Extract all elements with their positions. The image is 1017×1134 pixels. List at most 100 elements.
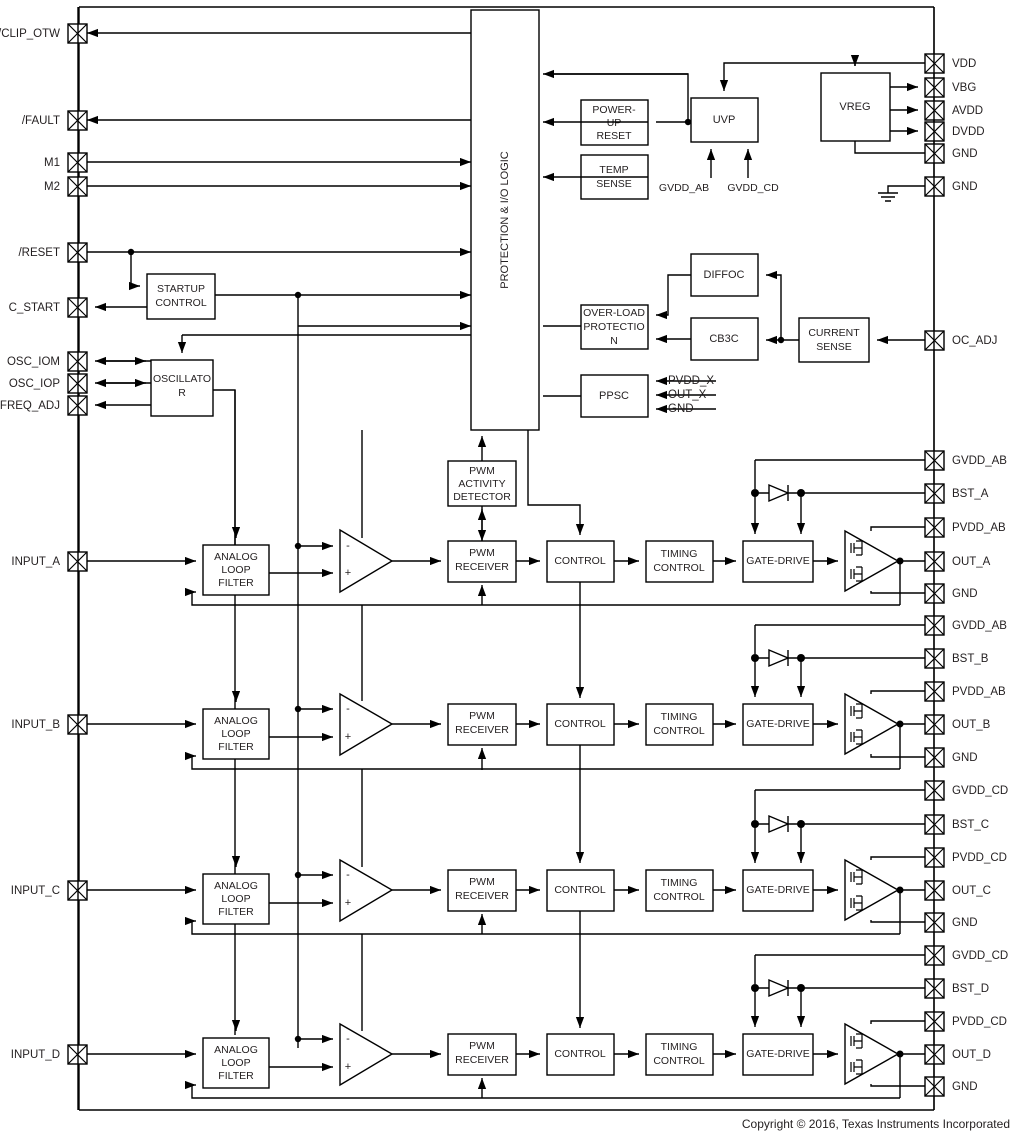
pwm-rx-a-line2: RECEIVER [455, 561, 509, 573]
timing-a-line1: TIMING [661, 548, 698, 560]
ppsc-block: PPSC [580, 374, 649, 418]
pin-label: M2 [44, 181, 60, 193]
pin-gvdd-ab-a[interactable]: GVDD_AB [924, 450, 1007, 471]
pin-label: /FAULT [22, 115, 60, 127]
diagram-svg: /CLIP_OTW /FAULT M1 M2 /RESET C_START OS… [0, 6, 1010, 1131]
pin-gnd-a[interactable]: GND [924, 583, 978, 604]
pin-pvdd-cd-c[interactable]: PVDD_CD [924, 847, 1007, 868]
pin-pvdd-cd-d[interactable]: PVDD_CD [924, 1011, 1007, 1032]
pin-gvdd-cd-c[interactable]: GVDD_CD [924, 780, 1008, 801]
pin-input-a[interactable]: INPUT_A [11, 551, 88, 572]
gate-drive-d: GATE-DRIVE [742, 1033, 814, 1076]
timing-control-a: TIMING CONTROL [645, 540, 714, 583]
pin-label: BST_B [952, 653, 989, 665]
pin-input-b[interactable]: INPUT_B [11, 714, 88, 735]
pin-label: INPUT_B [11, 719, 60, 731]
pin-vdd[interactable]: VDD [924, 53, 976, 74]
pwm-receiver-b: PWM RECEIVER [447, 703, 517, 746]
pin-gvdd-ab-b[interactable]: GVDD_AB [924, 615, 1007, 636]
pin-gnd-d[interactable]: GND [924, 1076, 978, 1097]
output-stage-a [844, 529, 900, 593]
pin-m2[interactable]: M2 [44, 176, 88, 197]
oscillator-block: OSCILLATO R [150, 359, 214, 417]
pin-out-b[interactable]: OUT_B [924, 714, 991, 735]
pin-label: /CLIP_OTW [0, 28, 60, 40]
ppsc-label: PPSC [599, 390, 629, 402]
pin-label: GND [952, 588, 978, 600]
block-diagram-canvas: /CLIP_OTW /FAULT M1 M2 /RESET C_START OS… [0, 0, 1017, 1134]
pwm-receiver-d: PWM RECEIVER [447, 1033, 517, 1076]
pin-clip-otw[interactable]: /CLIP_OTW [0, 23, 88, 44]
pwm-activity-line2: ACTIVITY [458, 478, 505, 490]
comparator-b-plus: + [345, 731, 351, 743]
pin-label: VBG [952, 82, 976, 94]
pin-label: BST_D [952, 983, 989, 995]
overload-line2: PROTECTIO [583, 321, 644, 333]
pwm-rx-d-line1: PWM [469, 1040, 495, 1052]
pin-osc-iom[interactable]: OSC_IOM [7, 351, 88, 372]
pin-osc-iop[interactable]: OSC_IOP [9, 373, 88, 394]
pin-input-d[interactable]: INPUT_D [11, 1044, 88, 1065]
cb3c-label: CB3C [709, 333, 738, 345]
pin-pvdd-ab-b[interactable]: PVDD_AB [924, 681, 1006, 702]
pwm-rx-a-line1: PWM [469, 547, 495, 559]
timing-c-line2: CONTROL [653, 891, 704, 903]
pwm-activity-detector-block: PWM ACTIVITY DETECTOR [447, 460, 517, 507]
pin-out-c[interactable]: OUT_C [924, 880, 991, 901]
current-sense-line1: CURRENT [808, 327, 860, 339]
pin-vbg[interactable]: VBG [924, 77, 976, 98]
pin-fault[interactable]: /FAULT [22, 110, 88, 131]
pin-out-a[interactable]: OUT_A [924, 551, 991, 572]
pin-label: INPUT_D [11, 1049, 60, 1061]
pin-gnd-earth[interactable]: GND [924, 176, 978, 197]
pin-freq-adj[interactable]: FREQ_ADJ [0, 395, 88, 416]
comparator-a-minus: - [346, 540, 350, 552]
uvp-label: UVP [713, 114, 736, 126]
pin-pvdd-ab-a[interactable]: PVDD_AB [924, 517, 1006, 538]
pin-reset[interactable]: /RESET [18, 242, 88, 263]
overload-line1: OVER-LOAD [583, 307, 645, 319]
pin-gvdd-cd-d[interactable]: GVDD_CD [924, 945, 1008, 966]
alf-c-line1: ANALOG [214, 880, 258, 892]
channel-a: ANALOG LOOP FILTER - + PWM RECEIVER CONT… [87, 430, 925, 606]
pin-label: OSC_IOM [7, 356, 60, 368]
comparator-a: - + [339, 528, 394, 594]
oscillator-line2: R [178, 387, 186, 399]
pwm-receiver-a: PWM RECEIVER [447, 540, 517, 583]
pin-label: GND [952, 752, 978, 764]
protection-io-logic-label: PROTECTION & I/O LOGIC [499, 151, 511, 289]
pin-label: FREQ_ADJ [0, 400, 60, 412]
control-a-label: CONTROL [554, 555, 605, 567]
control-b: CONTROL [546, 703, 615, 746]
pin-gnd-vreg[interactable]: GND [924, 143, 978, 164]
timing-c-line1: TIMING [661, 877, 698, 889]
pin-label: GND [952, 917, 978, 929]
current-sense-line2: SENSE [816, 341, 852, 353]
control-c-label: CONTROL [554, 884, 605, 896]
pin-input-c[interactable]: INPUT_C [11, 880, 88, 901]
timing-b-line2: CONTROL [653, 725, 704, 737]
pin-gnd-b[interactable]: GND [924, 747, 978, 768]
alf-b-line3: FILTER [218, 741, 254, 753]
pin-m1[interactable]: M1 [44, 152, 88, 173]
diffoc-label: DIFFOC [704, 269, 745, 281]
analog-loop-filter-c: ANALOG LOOP FILTER [202, 873, 270, 925]
pin-label: PVDD_CD [952, 852, 1007, 864]
pin-label: AVDD [952, 105, 983, 117]
pwm-activity-line1: PWM [469, 465, 495, 477]
pin-c-start[interactable]: C_START [9, 297, 88, 318]
analog-loop-filter-d: ANALOG LOOP FILTER [202, 1037, 270, 1089]
pin-gnd-c[interactable]: GND [924, 912, 978, 933]
pin-label: C_START [9, 302, 60, 314]
alf-c-line2: LOOP [221, 893, 250, 905]
channel-b: ANALOG LOOP FILTER - + PWM RECEIVER CONT… [87, 605, 925, 770]
pin-label: GVDD_CD [952, 950, 1008, 962]
temp-sense-line1: TEMP [599, 164, 628, 176]
overload-line3: N [610, 335, 618, 347]
alf-d-line2: LOOP [221, 1057, 250, 1069]
pwm-rx-b-line2: RECEIVER [455, 724, 509, 736]
power-up-reset-line1: POWER- [592, 104, 636, 116]
alf-a-line1: ANALOG [214, 551, 258, 563]
pin-out-d[interactable]: OUT_D [924, 1044, 991, 1065]
pin-oc-adj[interactable]: OC_ADJ [924, 330, 997, 351]
